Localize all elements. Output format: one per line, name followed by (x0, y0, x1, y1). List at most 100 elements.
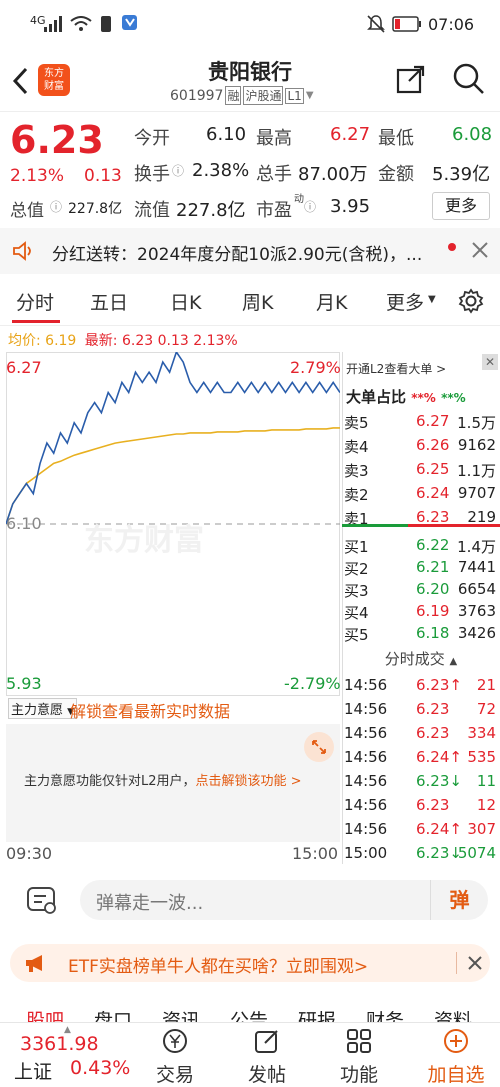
bid-row: 买2 6.21 7441 (344, 558, 500, 580)
function-button[interactable]: 功能 (324, 1027, 394, 1087)
subtab-guba[interactable]: 股吧 (26, 1006, 64, 1022)
tick-price: 6.23↑ (416, 676, 462, 694)
pe-value: 3.95 (330, 196, 371, 217)
unlock-link[interactable]: 解锁查看最新实时数据 (70, 698, 230, 722)
tick-time: 14:56 (344, 820, 388, 838)
l2-open-link[interactable]: 开通L2查看大单 > (346, 360, 446, 377)
market-cap-value: 227.8亿 (68, 201, 123, 217)
ask-price: 6.27 (416, 412, 450, 430)
ask-volume: 1.5万 (457, 414, 496, 432)
info-icon[interactable]: ⓘ (304, 198, 316, 215)
tab-intraday[interactable]: 分时 (16, 288, 54, 315)
tick-time: 14:56 (344, 748, 388, 766)
clock: 07:06 (428, 15, 475, 34)
bid-volume: 1.4万 (457, 538, 496, 556)
danmu-input[interactable]: 弹幕走一波... 弹 (80, 880, 488, 920)
tab-more[interactable]: 更多 (386, 288, 424, 315)
etf-promo-banner[interactable]: ETF实盘榜单牛人都在买啥？立即围观> (10, 944, 490, 982)
subtab-news[interactable]: 资讯 (162, 1006, 200, 1022)
expand-icon[interactable] (304, 732, 334, 762)
latest-change: 0.13 (157, 333, 189, 349)
l2-message-text: 主力意愿功能仅针对L2用户， (24, 774, 196, 789)
ask-row: 卖5 6.27 1.5万 (344, 412, 500, 434)
float-value: 227.8亿 (176, 200, 246, 221)
subtab-finance[interactable]: 财务 (366, 1006, 404, 1022)
comment-list-icon[interactable] (26, 886, 58, 916)
l2-unlock-link[interactable]: 点击解锁该功能 > (196, 774, 302, 789)
ask-volume: 9707 (457, 484, 496, 502)
tab-weekly-k[interactable]: 周K (242, 288, 273, 315)
tick-volume: 334 (467, 724, 496, 742)
post-button[interactable]: 发帖 (232, 1027, 302, 1087)
close-icon[interactable] (470, 240, 490, 260)
more-button[interactable]: 更多 (432, 192, 490, 220)
tick-time: 15:00 (344, 844, 388, 862)
orderbook-close-icon[interactable]: ✕ (482, 354, 498, 370)
tick-price: 6.23↓ (416, 844, 462, 862)
tick-volume: 535 (467, 748, 496, 766)
tick-row: 14:56 6.23 72 (344, 700, 500, 724)
last-price: 6.23 (10, 118, 104, 162)
close-icon[interactable] (466, 954, 484, 972)
ticks-title-row[interactable]: 分时成交 ▲ (342, 648, 500, 672)
ask-volume: 1.1万 (457, 462, 496, 480)
tick-price: 6.23 (416, 700, 450, 718)
price-chart[interactable]: 东方财富 (6, 352, 340, 696)
bid-price: 6.19 (416, 602, 450, 620)
dividend-notice[interactable]: 分红送转：2024年度分配10派2.90元(含税)，... (0, 228, 500, 274)
unread-dot (448, 243, 456, 251)
info-icon[interactable]: ⓘ (50, 198, 62, 215)
volume-value: 87.00万 (298, 164, 368, 185)
tick-volume: 21 (476, 676, 496, 694)
wifi-icon (70, 16, 92, 31)
mute-icon (367, 15, 385, 33)
y-bottom-pct-label: -2.79% (284, 674, 341, 693)
bid-level: 买1 (344, 538, 369, 556)
stock-code: 601997 (170, 87, 224, 104)
tick-row: 14:56 6.23↑ 21 (344, 676, 500, 700)
tick-row: 14:56 6.23↓ 11 (344, 772, 500, 796)
tab-daily-k[interactable]: 日K (170, 288, 201, 315)
settings-gear-icon[interactable] (458, 288, 484, 314)
subtab-research[interactable]: 研报 (298, 1006, 336, 1022)
indicator-select[interactable]: 主力意愿 ▼ (8, 698, 78, 719)
speaker-icon (13, 241, 31, 261)
change-value: 0.13 (84, 166, 122, 186)
app-notify-icon (122, 15, 137, 30)
search-icon[interactable] (452, 62, 486, 96)
bid-volume: 3426 (457, 624, 496, 642)
tab-monthly-k[interactable]: 月K (316, 288, 347, 315)
ask-row: 卖3 6.25 1.1万 (344, 460, 500, 482)
low-value: 6.08 (452, 124, 493, 145)
sub-tabs: 股吧 盘口 资讯 公告 研报 财务 资料 (0, 1000, 500, 1022)
x-start-label: 09:30 (6, 844, 53, 863)
tick-time: 14:56 (344, 700, 388, 718)
big-buy-pct: **% (441, 391, 466, 405)
bid-level: 买5 (344, 626, 369, 644)
caret-down-icon[interactable]: ▼ (306, 90, 314, 101)
buy-sell-bar-red (408, 524, 500, 527)
sim-icon (101, 16, 111, 32)
amount-label: 金额 (378, 164, 414, 185)
info-icon[interactable]: ⓘ (172, 162, 184, 179)
index-value[interactable]: 3361.98 (20, 1033, 99, 1055)
tick-volume: 72 (476, 700, 496, 718)
amount-value: 5.39亿 (432, 164, 491, 185)
tab-five-day[interactable]: 五日 (90, 288, 128, 315)
y-bottom-label: 5.93 (6, 674, 42, 693)
bid-price: 6.20 (416, 580, 450, 598)
subtab-profile[interactable]: 资料 (434, 1006, 472, 1022)
trade-button[interactable]: 交易 (140, 1027, 210, 1087)
turnover-label: 换手 (134, 164, 170, 185)
pe-label: 市盈 (256, 200, 292, 221)
grid-icon (347, 1029, 371, 1053)
danmu-toggle-button[interactable]: 弹 (430, 880, 488, 920)
pe-dynamic-mark: 动 (294, 194, 304, 205)
volume-label: 总手 (256, 164, 292, 185)
subtab-notice[interactable]: 公告 (230, 1006, 268, 1022)
quote-panel: 6.23 2.13% 0.13 总值 ⓘ 227.8亿 今开 6.10 最高 6… (0, 112, 500, 227)
share-icon[interactable] (396, 64, 426, 94)
tick-row: 14:56 6.24↑ 535 (344, 748, 500, 772)
add-watchlist-button[interactable]: 加自选 (414, 1027, 498, 1087)
subtab-pankou[interactable]: 盘口 (94, 1006, 132, 1022)
